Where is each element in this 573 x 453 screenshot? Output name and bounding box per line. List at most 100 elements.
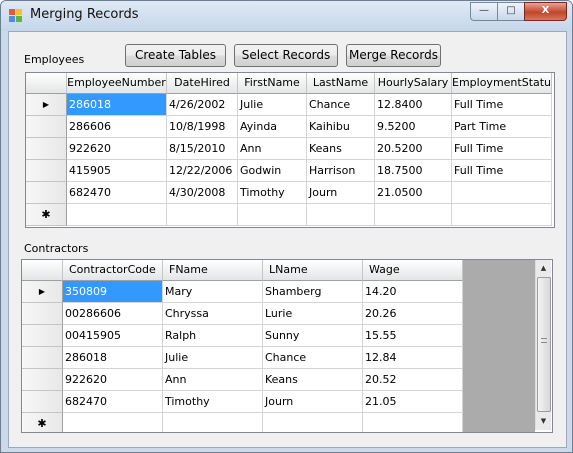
table-cell[interactable]: 15.55 [363, 325, 463, 347]
table-cell[interactable]: 286606 [67, 116, 167, 138]
new-row-cell[interactable] [167, 204, 238, 226]
column-header[interactable]: EmploymentStatus [452, 73, 552, 94]
vertical-scrollbar[interactable]: ▲ ▼ [535, 260, 551, 430]
table-cell[interactable]: 682470 [63, 391, 163, 413]
table-cell[interactable]: 12/22/2006 [167, 160, 238, 182]
new-row-cell[interactable] [452, 204, 552, 226]
column-header[interactable]: HourlySalary [375, 73, 452, 94]
row-header[interactable] [22, 347, 63, 369]
row-header[interactable] [22, 303, 63, 325]
close-button[interactable]: X [524, 2, 567, 21]
employees-grid[interactable]: EmployeeNumber DateHired FirstName LastName… [25, 72, 555, 228]
table-cell[interactable]: Full Time [452, 138, 552, 160]
new-row-cell[interactable] [263, 413, 363, 432]
new-row-cell[interactable] [238, 204, 307, 226]
table-cell[interactable]: 286018 [67, 94, 167, 116]
row-header[interactable]: ▶ [26, 94, 67, 116]
table-cell[interactable]: 20.5200 [375, 138, 452, 160]
table-cell[interactable]: Shamberg [263, 281, 363, 303]
row-header[interactable] [26, 160, 67, 182]
table-cell[interactable]: 8/15/2010 [167, 138, 238, 160]
row-header[interactable]: ▶ [22, 281, 63, 303]
table-cell[interactable]: 12.84 [363, 347, 463, 369]
minimize-button[interactable]: — [470, 2, 497, 21]
new-row-cell[interactable] [307, 204, 375, 226]
table-cell[interactable]: 4/26/2002 [167, 94, 238, 116]
column-header[interactable]: FName [163, 260, 263, 281]
table-cell[interactable]: 4/30/2008 [167, 182, 238, 204]
table-cell[interactable]: 14.20 [363, 281, 463, 303]
column-header[interactable]: DateHired [167, 73, 238, 94]
table-cell[interactable]: Godwin [238, 160, 307, 182]
new-row-cell[interactable] [163, 413, 263, 432]
table-cell[interactable]: Keans [263, 369, 363, 391]
table-cell[interactable]: 18.7500 [375, 160, 452, 182]
table-cell[interactable]: Journ [263, 391, 363, 413]
table-cell[interactable]: Ralph [163, 325, 263, 347]
row-header[interactable] [22, 391, 63, 413]
table-cell[interactable]: Sunny [263, 325, 363, 347]
table-cell[interactable]: 00415905 [63, 325, 163, 347]
table-cell[interactable]: Timothy [238, 182, 307, 204]
column-header[interactable]: EmployeeNumber [67, 73, 167, 94]
table-cell[interactable]: Mary [163, 281, 263, 303]
new-row-header[interactable]: ✱ [26, 204, 67, 226]
table-cell[interactable]: Harrison [307, 160, 375, 182]
table-cell[interactable]: Ayinda [238, 116, 307, 138]
new-row-cell[interactable] [63, 413, 163, 432]
column-header[interactable]: Wage [363, 260, 463, 281]
new-row-cell[interactable] [67, 204, 167, 226]
table-cell[interactable]: Julie [163, 347, 263, 369]
table-cell[interactable]: 9.5200 [375, 116, 452, 138]
row-header[interactable] [26, 116, 67, 138]
table-cell[interactable]: 415905 [67, 160, 167, 182]
table-cell[interactable]: Lurie [263, 303, 363, 325]
table-cell[interactable]: Ann [163, 369, 263, 391]
table-cell[interactable]: 682470 [67, 182, 167, 204]
table-cell[interactable]: Chryssa [163, 303, 263, 325]
table-cell[interactable]: 21.0500 [375, 182, 452, 204]
column-header[interactable]: LastName [307, 73, 375, 94]
row-header[interactable] [22, 325, 63, 347]
table-cell[interactable]: Julie [238, 94, 307, 116]
scroll-up-icon[interactable]: ▲ [536, 261, 551, 276]
table-cell[interactable]: Chance [307, 94, 375, 116]
table-cell[interactable]: Kaihibu [307, 116, 375, 138]
table-cell[interactable]: Part Time [452, 116, 552, 138]
table-cell[interactable]: 20.26 [363, 303, 463, 325]
new-row-cell[interactable] [363, 413, 463, 432]
table-cell[interactable]: Full Time [452, 160, 552, 182]
maximize-button[interactable]: □ [497, 2, 524, 21]
table-cell[interactable]: 10/8/1998 [167, 116, 238, 138]
table-cell[interactable]: Journ [307, 182, 375, 204]
column-header[interactable]: LName [263, 260, 363, 281]
table-cell[interactable]: 20.52 [363, 369, 463, 391]
select-records-button[interactable]: Select Records [234, 44, 338, 67]
table-cell[interactable] [452, 182, 552, 204]
table-cell[interactable]: Timothy [163, 391, 263, 413]
table-cell[interactable]: 00286606 [63, 303, 163, 325]
table-cell[interactable]: Ann [238, 138, 307, 160]
row-header[interactable] [26, 138, 67, 160]
table-cell[interactable]: 286018 [63, 347, 163, 369]
table-cell[interactable]: Full Time [452, 94, 552, 116]
column-header[interactable]: ContractorCode [63, 260, 163, 281]
merge-records-button[interactable]: Merge Records [346, 44, 441, 67]
table-cell[interactable]: Keans [307, 138, 375, 160]
contractors-grid[interactable]: ContractorCode FName LName Wage ▶ 350809 Mary S… [21, 259, 553, 433]
table-cell[interactable]: 12.8400 [375, 94, 452, 116]
table-cell[interactable]: 21.05 [363, 391, 463, 413]
create-tables-button[interactable]: Create Tables [125, 44, 226, 67]
table-cell[interactable]: 350809 [63, 281, 163, 303]
row-header[interactable] [22, 369, 63, 391]
row-header[interactable] [26, 182, 67, 204]
scroll-down-icon[interactable]: ▼ [536, 414, 551, 429]
table-cell[interactable]: 922620 [63, 369, 163, 391]
new-row-cell[interactable] [375, 204, 452, 226]
table-cell[interactable]: 922620 [67, 138, 167, 160]
scroll-thumb[interactable] [537, 277, 551, 412]
title-bar[interactable]: Merging Records — □ X [1, 1, 572, 31]
table-cell[interactable]: Chance [263, 347, 363, 369]
new-row-header[interactable]: ✱ [22, 413, 63, 432]
column-header[interactable]: FirstName [238, 73, 307, 94]
